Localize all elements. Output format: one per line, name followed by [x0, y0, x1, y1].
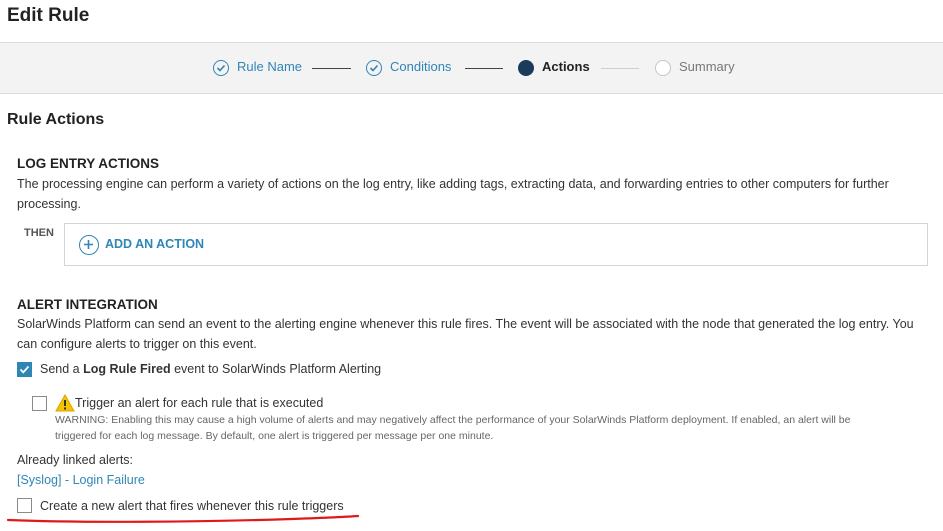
alert-integration-description-line2: can configure alerts to trigger on this …	[17, 337, 257, 351]
send-event-label-prefix: Send a	[40, 362, 84, 376]
send-event-label-suffix: event to SolarWinds Platform Alerting	[170, 362, 382, 376]
send-event-label-bold: Log Rule Fired	[83, 362, 171, 376]
alert-integration-description-line1: SolarWinds Platform can send an event to…	[17, 317, 914, 331]
red-underline-annotation	[6, 514, 360, 523]
page-title: Edit Rule	[7, 5, 90, 26]
add-action-label: ADD AN ACTION	[105, 237, 205, 251]
trigger-warning-line1: WARNING: Enabling this may cause a high …	[55, 414, 851, 426]
wizard-stepper: Rule Name Conditions Actions Summary	[0, 42, 943, 94]
step-summary: Summary	[679, 59, 735, 74]
step-actions: Actions	[542, 59, 590, 74]
log-entry-description-line2: processing.	[17, 197, 81, 211]
step-connector	[465, 68, 503, 69]
check-circle-icon	[213, 60, 229, 76]
plus-circle-icon	[79, 235, 99, 255]
step-conditions[interactable]: Conditions	[390, 59, 451, 74]
actions-container: ADD AN ACTION	[64, 223, 928, 266]
linked-alert-link[interactable]: [Syslog] - Login Failure	[17, 473, 145, 487]
then-label: THEN	[24, 227, 54, 239]
check-circle-icon	[366, 60, 382, 76]
log-entry-description-line1: The processing engine can perform a vari…	[17, 177, 889, 191]
trigger-warning-line2: triggered for each log message. By defau…	[55, 430, 494, 442]
current-step-icon	[518, 60, 534, 76]
section-title-rule-actions: Rule Actions	[7, 111, 105, 128]
send-event-label: Send a Log Rule Fired event to SolarWind…	[40, 362, 381, 376]
trigger-each-checkbox[interactable]	[32, 396, 47, 411]
linked-alerts-label: Already linked alerts:	[17, 453, 134, 467]
alert-integration-heading: ALERT INTEGRATION	[17, 297, 158, 312]
empty-circle-icon	[655, 60, 671, 76]
step-rule-name[interactable]: Rule Name	[237, 59, 302, 74]
trigger-each-label: Trigger an alert for each rule that is e…	[75, 396, 324, 410]
warning-icon	[55, 394, 75, 412]
log-entry-actions-heading: LOG ENTRY ACTIONS	[17, 156, 160, 171]
step-connector	[312, 68, 351, 69]
step-connector	[601, 68, 639, 69]
send-event-checkbox[interactable]	[17, 362, 32, 377]
